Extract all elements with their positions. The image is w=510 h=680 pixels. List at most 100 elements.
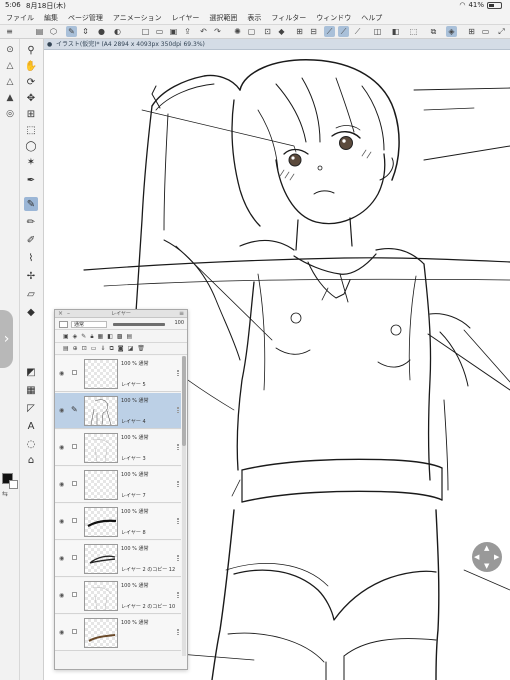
drag-handle-icon[interactable] [177, 555, 179, 561]
undo-icon[interactable]: ↶ [198, 26, 209, 37]
layer-panel-titlebar[interactable]: × – レイヤー ≡ [55, 310, 187, 318]
drag-handle-icon[interactable] [177, 444, 179, 450]
menu-edit[interactable]: 編集 [44, 13, 58, 23]
pen-icon[interactable]: ✎ [24, 197, 38, 211]
eye-icon[interactable]: ◉ [59, 407, 64, 414]
menu-file[interactable]: ファイル [6, 13, 34, 23]
layer-row[interactable]: ◉ 100 % 通常 [55, 615, 181, 651]
layer-row[interactable]: ◉ 100 % 通常 レイヤー 5 [55, 356, 181, 392]
menu-window[interactable]: ウィンドウ [316, 13, 351, 23]
hide-icon[interactable]: ◧ [390, 26, 401, 37]
guide-icon[interactable]: ◫ [372, 26, 383, 37]
lock-icon[interactable]: 🔒︎ [90, 333, 93, 341]
close-icon[interactable]: × [58, 310, 63, 318]
menu-layer[interactable]: レイヤー [172, 13, 200, 23]
layer-color-select-icon[interactable]: ▤ [127, 333, 133, 340]
correct-line-icon[interactable]: ⌂ [24, 453, 38, 467]
ruler-icon[interactable]: ⊞ [294, 26, 305, 37]
layer-panel-icon[interactable]: ⧉ [428, 26, 439, 37]
redo-icon[interactable]: ↷ [212, 26, 223, 37]
minimize-icon[interactable]: – [67, 310, 70, 318]
menu-help[interactable]: ヘルプ [361, 13, 382, 23]
fill-tool-icon[interactable]: ◩ [24, 365, 38, 379]
sub-tool-icon[interactable]: △ [3, 59, 17, 73]
layer-row[interactable]: ◉ 100 % 通常 レイヤー 2 のコピー 12 [55, 541, 181, 577]
sub-tool-icon[interactable]: ⊙ [3, 43, 17, 57]
shape-icon[interactable]: ◸ [24, 401, 38, 415]
sub-tool-icon[interactable]: △ [3, 75, 17, 89]
window-icon[interactable]: ▭ [480, 26, 491, 37]
navigation-pad[interactable]: ▲ ▼ ◀ ▶ [472, 542, 502, 572]
sub-tool-icon[interactable]: ▲ [3, 91, 17, 105]
rotate-icon[interactable]: ✺ [232, 26, 243, 37]
zoom-icon[interactable]: ⚲ [24, 43, 38, 57]
selection-icon[interactable]: ⬚ [24, 123, 38, 137]
new-layer-icon[interactable]: ⊕ [73, 345, 78, 352]
full-screen-icon[interactable]: ⤢ [496, 26, 507, 37]
snap-icon[interactable]: ⊟ [308, 26, 319, 37]
layer-checkbox[interactable] [72, 629, 77, 634]
layer-list-icon[interactable]: ▤ [63, 345, 69, 352]
layer-checkbox[interactable] [72, 444, 77, 449]
layer-color-icon[interactable] [59, 321, 68, 328]
document-tab[interactable]: ● イラスト(仮完)* (A4 2894 x 4093px 350dpi 69.… [44, 39, 510, 50]
menu-animation[interactable]: アニメーション [113, 13, 162, 23]
menu-view[interactable]: 表示 [247, 13, 261, 23]
select-icon[interactable]: ⬚ [408, 26, 419, 37]
rotate-view-icon[interactable]: ⟳ [24, 75, 38, 89]
new-canvas-icon[interactable]: □ [140, 26, 151, 37]
lasso-icon[interactable]: ◯ [24, 139, 38, 153]
trash-icon[interactable]: 🗑︎ [137, 345, 145, 352]
balloon-icon[interactable]: ◌ [24, 437, 38, 451]
transform-icon[interactable]: ⊡ [262, 26, 273, 37]
menu-page[interactable]: ページ管理 [68, 13, 103, 23]
sub-color-chip[interactable] [9, 480, 18, 489]
frame-icon[interactable]: A [24, 419, 38, 433]
palette-color-icon[interactable]: ▩ [117, 333, 123, 340]
layer-row[interactable]: ◉ 100 % 通常 レイヤー 3 [55, 430, 181, 466]
save-icon[interactable]: ▣ [168, 26, 179, 37]
new-folder-icon[interactable]: ▭ [91, 345, 97, 352]
layer-checkbox[interactable] [72, 518, 77, 523]
apply-mask-icon[interactable]: ◪ [128, 345, 134, 352]
new-vector-layer-icon[interactable]: ⊡ [82, 345, 87, 352]
opacity-slider[interactable] [113, 323, 165, 326]
clear-icon[interactable]: ▢ [246, 26, 257, 37]
swap-colors-icon[interactable]: ⇆ [2, 490, 8, 498]
layer-checkbox[interactable] [72, 555, 77, 560]
eye-icon[interactable]: ◉ [59, 518, 64, 525]
eye-icon[interactable]: ◉ [59, 555, 64, 562]
open-icon[interactable]: ▭ [154, 26, 165, 37]
brush-size-icon[interactable]: ● [96, 26, 107, 37]
panel-menu-icon[interactable]: ≡ [179, 310, 184, 318]
sub-tool-icon[interactable]: ◎ [3, 107, 17, 121]
layer-row[interactable]: ◉ 100 % 通常 レイヤー 7 [55, 467, 181, 503]
layer-checkbox[interactable] [72, 481, 77, 486]
active-tool-icon[interactable]: ✎ [66, 26, 77, 37]
blend-icon[interactable]: ◆ [24, 305, 38, 319]
draft-icon[interactable]: ✎ [81, 333, 86, 340]
drag-handle-icon[interactable] [177, 407, 179, 413]
hand-icon[interactable]: ✋ [24, 59, 38, 73]
drag-handle-icon[interactable] [177, 370, 179, 376]
layer-property-icon[interactable]: ▤ [34, 26, 45, 37]
drag-handle-icon[interactable] [177, 629, 179, 635]
eye-icon[interactable]: ◉ [59, 444, 64, 451]
layer-row[interactable]: ◉ 100 % 通常 レイヤー 2 のコピー 10 [55, 578, 181, 614]
layer-row[interactable]: ◉ ✎ 100 % 通常 レイヤー 4 [55, 393, 181, 429]
move-icon[interactable]: ✥ [24, 91, 38, 105]
transfer-down-icon[interactable]: ⇓ [100, 345, 105, 352]
side-panel-handle[interactable]: › [0, 310, 13, 368]
eye-icon[interactable]: ◉ [59, 629, 64, 636]
pencil-icon[interactable]: ✏ [24, 215, 38, 229]
transform-tool-icon[interactable]: ⊞ [24, 107, 38, 121]
eyedropper-icon[interactable]: ✒ [24, 173, 38, 187]
layer-checkbox[interactable] [72, 592, 77, 597]
clip-icon[interactable]: ▣ [63, 333, 69, 340]
eye-icon[interactable]: ◉ [59, 592, 64, 599]
eye-icon[interactable]: ◉ [59, 370, 64, 377]
magic-wand-icon[interactable]: ✶ [24, 155, 38, 169]
fill-icon[interactable]: ◆ [276, 26, 287, 37]
drag-handle-icon[interactable] [177, 592, 179, 598]
layer-row[interactable]: ◉ 100 % 通常 レイヤー 8 [55, 504, 181, 540]
